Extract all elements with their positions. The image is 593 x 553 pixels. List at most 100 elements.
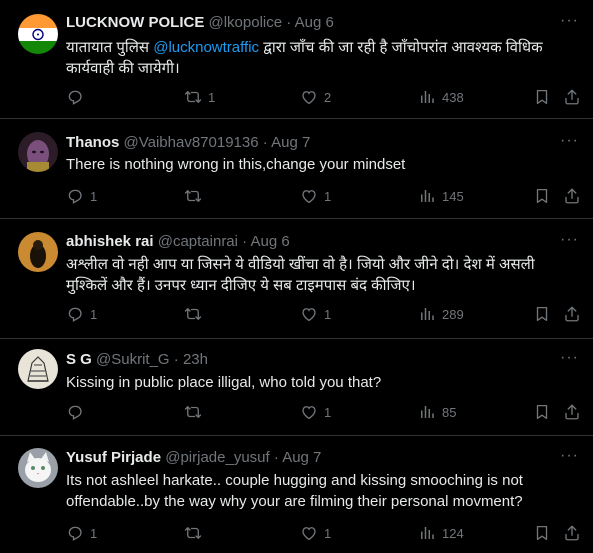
bookmark-icon bbox=[533, 305, 551, 323]
author-handle[interactable]: @Sukrit_G bbox=[96, 351, 170, 368]
separator: · bbox=[262, 134, 268, 151]
views-icon bbox=[418, 403, 436, 421]
india-flag-avatar[interactable] bbox=[18, 14, 58, 54]
reply-button[interactable]: 1 bbox=[66, 524, 97, 542]
tweet[interactable]: Thanos @Vaibhav87019136 · Aug 7 ··· Ther… bbox=[0, 119, 593, 219]
author-name[interactable]: Thanos bbox=[66, 134, 119, 151]
retweet-button[interactable] bbox=[184, 524, 208, 542]
view-count: 145 bbox=[442, 188, 464, 204]
share-icon bbox=[563, 88, 581, 106]
tweet-text-part: यातायात पुलिस bbox=[66, 39, 154, 56]
sketch-avatar[interactable] bbox=[18, 349, 58, 389]
action-bar: 1 2 438 bbox=[66, 88, 581, 108]
tweet[interactable]: LUCKNOW POLICE @lkopolice · Aug 6 ··· या… bbox=[0, 0, 593, 119]
retweet-icon bbox=[184, 403, 202, 421]
share-button[interactable] bbox=[563, 305, 581, 323]
like-button[interactable]: 1 bbox=[300, 305, 331, 323]
view-count: 124 bbox=[442, 525, 464, 541]
retweet-button[interactable] bbox=[184, 187, 208, 205]
like-button[interactable]: 1 bbox=[300, 403, 331, 421]
timestamp[interactable]: Aug 6 bbox=[251, 233, 290, 250]
separator: · bbox=[273, 449, 279, 466]
heart-icon bbox=[300, 524, 318, 542]
share-button[interactable] bbox=[563, 403, 581, 421]
tweet-header: S G @Sukrit_G · 23h bbox=[66, 350, 208, 370]
timestamp[interactable]: Aug 7 bbox=[271, 134, 310, 151]
reply-icon bbox=[66, 403, 84, 421]
author-name[interactable]: abhishek rai bbox=[66, 233, 154, 250]
timestamp[interactable]: Aug 6 bbox=[295, 14, 334, 31]
reply-count: 1 bbox=[90, 188, 98, 204]
retweet-button[interactable]: 1 bbox=[184, 88, 215, 106]
reply-icon bbox=[66, 524, 84, 542]
views-button[interactable]: 85 bbox=[418, 403, 456, 421]
retweet-button[interactable] bbox=[184, 305, 208, 323]
tweet-header: abhishek rai @captainrai · Aug 6 bbox=[66, 232, 290, 252]
reply-button[interactable]: 1 bbox=[66, 305, 97, 323]
bookmark-icon bbox=[533, 187, 551, 205]
bookmark-button[interactable] bbox=[533, 524, 551, 542]
share-icon bbox=[563, 187, 581, 205]
bookmark-button[interactable] bbox=[533, 403, 551, 421]
more-icon[interactable]: ··· bbox=[560, 231, 579, 249]
retweet-icon bbox=[184, 88, 202, 106]
thanos-avatar[interactable] bbox=[18, 132, 58, 172]
retweet-button[interactable] bbox=[184, 403, 208, 421]
bookmark-icon bbox=[533, 524, 551, 542]
author-name[interactable]: S G bbox=[66, 351, 92, 368]
action-bar: 1 1 289 bbox=[66, 305, 581, 325]
more-icon[interactable]: ··· bbox=[560, 132, 579, 150]
more-icon[interactable]: ··· bbox=[560, 447, 579, 465]
author-handle[interactable]: @captainrai bbox=[158, 233, 238, 250]
share-button[interactable] bbox=[563, 187, 581, 205]
author-handle[interactable]: @lkopolice bbox=[209, 14, 283, 31]
views-button[interactable]: 438 bbox=[418, 88, 464, 106]
tweet[interactable]: Yusuf Pirjade @pirjade_yusuf · Aug 7 ···… bbox=[0, 436, 593, 553]
retweet-icon bbox=[184, 305, 202, 323]
cat-avatar[interactable] bbox=[18, 448, 58, 488]
share-icon bbox=[563, 403, 581, 421]
like-count: 1 bbox=[324, 525, 332, 541]
mention-link[interactable]: @lucknowtraffic bbox=[153, 39, 259, 56]
tweet[interactable]: abhishek rai @captainrai · Aug 6 ··· अश्… bbox=[0, 219, 593, 339]
bookmark-button[interactable] bbox=[533, 88, 551, 106]
reply-button[interactable]: 1 bbox=[66, 187, 97, 205]
heart-icon bbox=[300, 403, 318, 421]
views-button[interactable]: 124 bbox=[418, 524, 464, 542]
like-count: 2 bbox=[324, 89, 332, 105]
tweet-header: Thanos @Vaibhav87019136 · Aug 7 bbox=[66, 133, 310, 153]
like-button[interactable]: 1 bbox=[300, 524, 331, 542]
more-icon[interactable]: ··· bbox=[560, 12, 579, 30]
author-handle[interactable]: @Vaibhav87019136 bbox=[124, 134, 259, 151]
timestamp[interactable]: Aug 7 bbox=[282, 449, 321, 466]
views-button[interactable]: 289 bbox=[418, 305, 464, 323]
share-button[interactable] bbox=[563, 88, 581, 106]
views-icon bbox=[418, 88, 436, 106]
like-count: 1 bbox=[324, 188, 332, 204]
tweet[interactable]: S G @Sukrit_G · 23h ··· Kissing in publi… bbox=[0, 339, 593, 436]
tweet-header: LUCKNOW POLICE @lkopolice · Aug 6 bbox=[66, 13, 334, 33]
share-button[interactable] bbox=[563, 524, 581, 542]
bookmark-button[interactable] bbox=[533, 187, 551, 205]
heart-icon bbox=[300, 187, 318, 205]
tweet-text: अश्लील वो नही आप या जिसने ये वीडियो खींच… bbox=[66, 256, 535, 294]
author-name[interactable]: Yusuf Pirjade bbox=[66, 449, 161, 466]
reply-button[interactable] bbox=[66, 403, 90, 421]
more-icon[interactable]: ··· bbox=[560, 349, 579, 367]
action-bar: 1 85 bbox=[66, 403, 581, 423]
like-button[interactable]: 1 bbox=[300, 187, 331, 205]
reply-icon bbox=[66, 88, 84, 106]
share-icon bbox=[563, 305, 581, 323]
reply-button[interactable] bbox=[66, 88, 90, 106]
like-button[interactable]: 2 bbox=[300, 88, 331, 106]
author-name[interactable]: LUCKNOW POLICE bbox=[66, 14, 204, 31]
like-count: 1 bbox=[324, 404, 332, 420]
heart-icon bbox=[300, 305, 318, 323]
reply-icon bbox=[66, 305, 84, 323]
timestamp[interactable]: 23h bbox=[183, 351, 208, 368]
bookmark-button[interactable] bbox=[533, 305, 551, 323]
person-avatar[interactable] bbox=[18, 232, 58, 272]
retweet-count: 1 bbox=[208, 89, 216, 105]
views-button[interactable]: 145 bbox=[418, 187, 464, 205]
author-handle[interactable]: @pirjade_yusuf bbox=[165, 449, 269, 466]
